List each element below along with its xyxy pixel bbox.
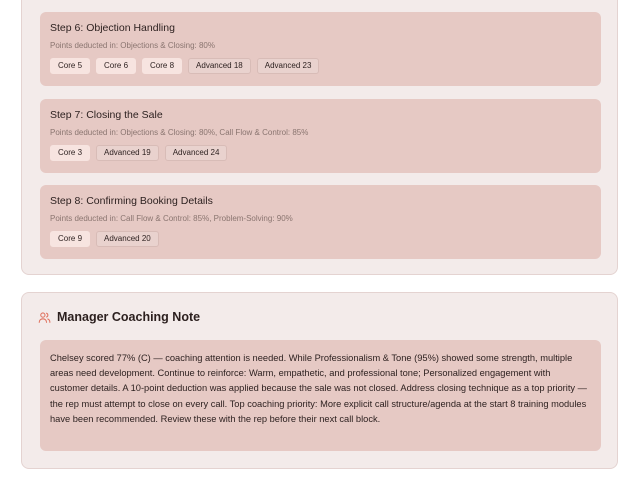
module-tag[interactable]: Core 8 bbox=[142, 58, 183, 74]
manager-coaching-note-card: Manager Coaching Note Chelsey scored 77%… bbox=[21, 292, 618, 469]
module-tags: Core 5 Core 6 Core 8 Advanced 18 Advance… bbox=[50, 58, 320, 74]
module-tag[interactable]: Advanced 24 bbox=[164, 145, 228, 161]
training-steps-card: Step 6: Objection Handling Points deduct… bbox=[21, 0, 618, 275]
coaching-note-body: Chelsey scored 77% (C) — coaching attent… bbox=[40, 340, 601, 451]
module-tag[interactable]: Core 9 bbox=[50, 231, 91, 247]
module-tag[interactable]: Advanced 20 bbox=[96, 231, 159, 247]
module-tag[interactable]: Advanced 19 bbox=[96, 145, 159, 161]
users-icon bbox=[38, 311, 51, 323]
step-title: Step 6: Objection Handling bbox=[50, 22, 175, 34]
module-tag[interactable]: Core 6 bbox=[96, 58, 137, 74]
coaching-note-header: Manager Coaching Note bbox=[38, 310, 200, 324]
module-tag[interactable]: Core 3 bbox=[50, 145, 91, 161]
coaching-note-title: Manager Coaching Note bbox=[57, 310, 201, 324]
module-tag[interactable]: Advanced 23 bbox=[256, 58, 320, 74]
step-card-7: Step 7: Closing the Sale Points deducted… bbox=[40, 99, 601, 173]
module-tags: Core 9 Advanced 20 bbox=[50, 231, 159, 247]
step-card-6: Step 6: Objection Handling Points deduct… bbox=[40, 12, 601, 86]
step-deductions: Points deducted in: Objections & Closing… bbox=[50, 41, 215, 50]
step-title: Step 8: Confirming Booking Details bbox=[50, 195, 213, 207]
step-deductions: Points deducted in: Objections & Closing… bbox=[50, 128, 309, 137]
step-deductions: Points deducted in: Call Flow & Control:… bbox=[50, 214, 293, 223]
module-tag[interactable]: Core 5 bbox=[50, 58, 91, 74]
module-tags: Core 3 Advanced 19 Advanced 24 bbox=[50, 145, 228, 161]
step-title: Step 7: Closing the Sale bbox=[50, 109, 163, 121]
step-card-8: Step 8: Confirming Booking Details Point… bbox=[40, 185, 601, 259]
module-tag[interactable]: Advanced 18 bbox=[188, 58, 251, 74]
